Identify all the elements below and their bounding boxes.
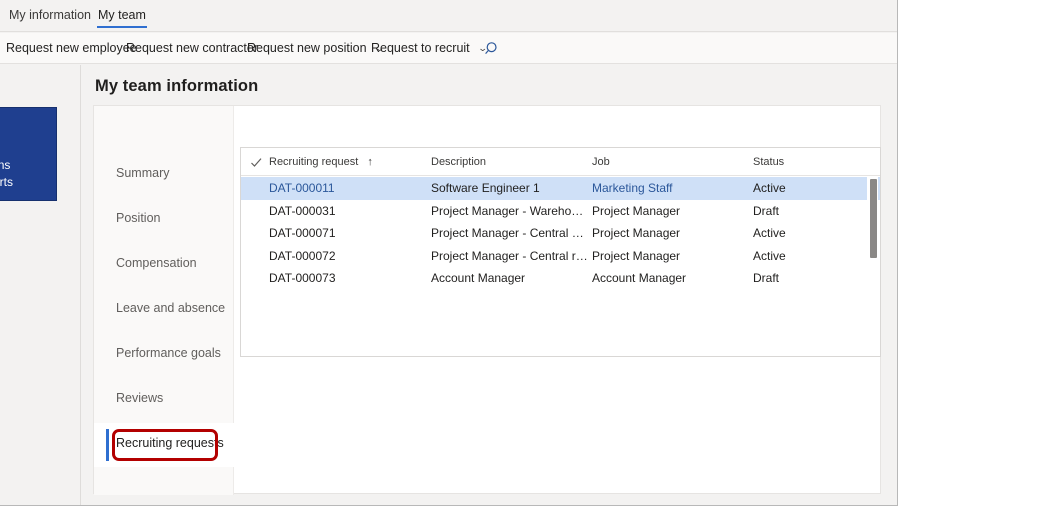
table-row[interactable]: DAT-000031 Project Manager - Warehouse P…: [241, 200, 881, 223]
select-all-checkmark-icon[interactable]: [250, 156, 263, 169]
nav-item-position[interactable]: Position: [94, 198, 234, 242]
page-title: My team information: [95, 77, 258, 96]
cell-recruiting-request[interactable]: DAT-000011: [269, 177, 427, 200]
cell-status: Draft: [753, 200, 863, 223]
cell-job: Account Manager: [592, 267, 750, 290]
nav-item-summary-label: Summary: [116, 166, 169, 180]
nav-item-reviews-label: Reviews: [116, 391, 163, 405]
cell-recruiting-request[interactable]: DAT-000031: [269, 200, 427, 223]
column-header-status-label: Status: [753, 156, 784, 168]
table-row[interactable]: DAT-000072 Project Manager - Central reg…: [241, 245, 881, 268]
grid-scrollbar-thumb[interactable]: [870, 179, 877, 258]
vertical-tab-rail: Summary Position Compensation Leave and …: [94, 106, 234, 495]
content-card: Summary Position Compensation Leave and …: [93, 105, 881, 494]
cell-job: Project Manager: [592, 245, 750, 268]
cell-job[interactable]: Marketing Staff: [592, 177, 750, 200]
nav-item-performance-goals-label: Performance goals: [116, 346, 221, 360]
column-header-recruiting-request[interactable]: Recruiting request ↑: [269, 148, 373, 176]
cell-job: Project Manager: [592, 200, 750, 223]
request-to-recruit-menu-button[interactable]: Request to recruit ⌄: [371, 33, 487, 64]
left-summary-tile[interactable]: positions ct reports: [0, 107, 57, 201]
tab-my-information[interactable]: My information: [6, 0, 94, 32]
search-icon[interactable]: [484, 40, 502, 58]
column-header-description[interactable]: Description: [431, 148, 486, 176]
cell-status: Active: [753, 222, 863, 245]
tab-my-team[interactable]: My team: [95, 0, 149, 32]
cell-description: Account Manager: [431, 267, 589, 290]
sort-ascending-icon: ↑: [367, 148, 373, 176]
cell-job: Project Manager: [592, 222, 750, 245]
column-header-job-label: Job: [592, 156, 610, 168]
table-row[interactable]: DAT-000071 Project Manager - Central div…: [241, 222, 881, 245]
cell-recruiting-request[interactable]: DAT-000071: [269, 222, 427, 245]
nav-item-position-label: Position: [116, 211, 160, 225]
nav-item-summary[interactable]: Summary: [94, 153, 234, 197]
cell-recruiting-request[interactable]: DAT-000073: [269, 267, 427, 290]
nav-item-recruiting-requests[interactable]: Recruiting requests: [94, 423, 234, 467]
request-new-employee-button[interactable]: Request new employee: [6, 33, 137, 64]
column-header-description-label: Description: [431, 156, 486, 168]
request-new-position-label: Request new position: [247, 41, 367, 55]
request-to-recruit-label: Request to recruit: [371, 41, 470, 55]
page-body: My team information Summary Position Com…: [80, 65, 897, 506]
table-row[interactable]: DAT-000073 Account Manager Account Manag…: [241, 267, 881, 290]
nav-item-reviews[interactable]: Reviews: [94, 378, 234, 422]
left-summary-tile-line2: ct reports: [0, 174, 13, 191]
request-new-position-menu-button[interactable]: Request new position ⌄: [247, 33, 384, 64]
nav-item-leave-and-absence-label: Leave and absence: [116, 301, 225, 315]
cell-description: Software Engineer 1: [431, 177, 589, 200]
request-new-contractor-button[interactable]: Request new contractor: [126, 33, 258, 64]
nav-item-recruiting-requests-label: Recruiting requests: [116, 436, 224, 450]
nav-item-performance-goals[interactable]: Performance goals: [94, 333, 234, 377]
left-summary-tile-text: positions ct reports: [0, 157, 13, 191]
tab-strip: My information My team: [0, 0, 897, 32]
column-header-recruiting-request-label: Recruiting request: [269, 156, 358, 168]
nav-item-leave-and-absence[interactable]: Leave and absence: [94, 288, 234, 332]
table-row[interactable]: DAT-000011 Software Engineer 1 Marketing…: [241, 177, 881, 200]
column-header-job[interactable]: Job: [592, 148, 610, 176]
tab-my-team-label: My team: [98, 8, 146, 22]
column-header-status[interactable]: Status: [753, 148, 784, 176]
nav-item-compensation[interactable]: Compensation: [94, 243, 234, 287]
cell-status: Active: [753, 177, 863, 200]
cell-description: Project Manager - Central divisi...: [431, 222, 589, 245]
left-summary-tile-line1: positions: [0, 157, 13, 174]
cell-status: Active: [753, 245, 863, 268]
cell-description: Project Manager - Warehouse: [431, 200, 589, 223]
cell-recruiting-request[interactable]: DAT-000072: [269, 245, 427, 268]
request-new-employee-label: Request new employee: [6, 41, 137, 55]
tab-my-information-label: My information: [9, 8, 91, 22]
cell-status: Draft: [753, 267, 863, 290]
request-new-contractor-label: Request new contractor: [126, 41, 258, 55]
application-window: My information My team Request new emplo…: [0, 0, 898, 506]
action-pane-toolbar: Request new employee Request new contrac…: [0, 33, 897, 64]
nav-item-compensation-label: Compensation: [116, 256, 197, 270]
recruiting-requests-grid: Recruiting request ↑ Description Job Sta…: [240, 147, 881, 357]
cell-description: Project Manager - Central region: [431, 245, 589, 268]
grid-header-row: Recruiting request ↑ Description Job Sta…: [241, 148, 881, 176]
